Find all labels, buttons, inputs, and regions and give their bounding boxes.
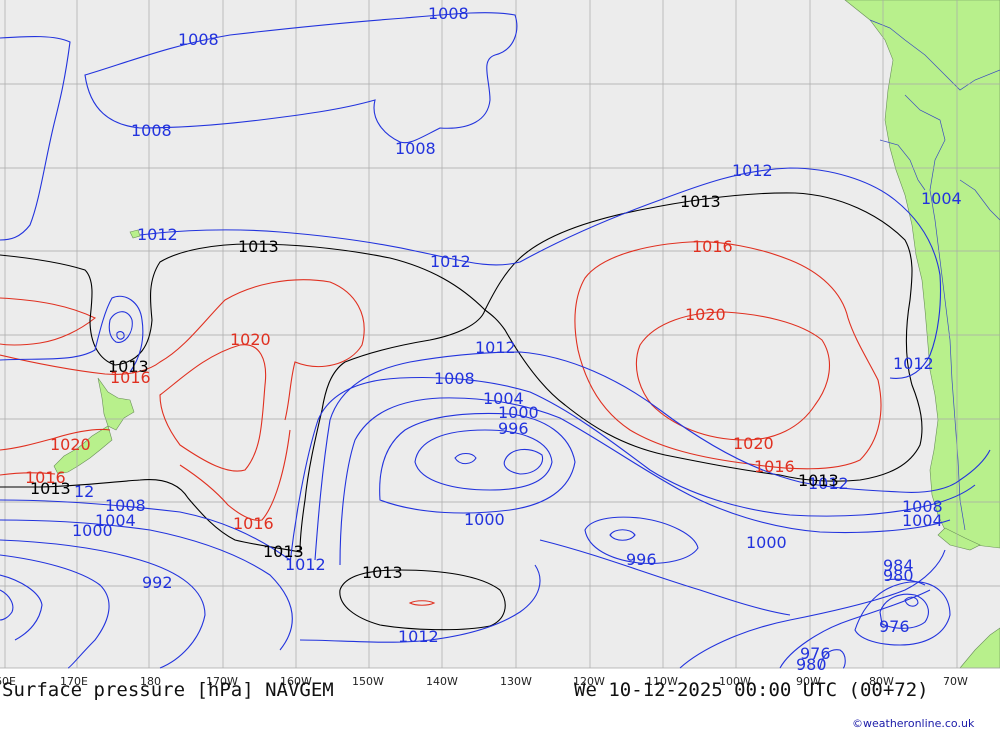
- valid-time: We 10-12-2025 00:00 UTC (00+72): [574, 679, 929, 701]
- isobar-label: 1016: [754, 457, 795, 476]
- isobar-label: 996: [626, 550, 657, 569]
- isobar-label: 1000: [464, 510, 505, 529]
- isobar-label: 1012: [732, 161, 773, 180]
- isobar-label: 1020: [733, 434, 774, 453]
- isobar-label: 1000: [72, 521, 113, 540]
- isobar-label: 1008: [131, 121, 172, 140]
- isobar-label: 1020: [50, 435, 91, 454]
- isobar-label: 996: [498, 419, 529, 438]
- chart-title: Surface pressure [hPa] NAVGEM: [2, 679, 334, 701]
- credit-link[interactable]: ©weatheronline.co.uk: [852, 717, 975, 730]
- isobar-label: 1000: [746, 533, 787, 552]
- isobar-label: 1004: [921, 189, 962, 208]
- lon-tick-label: 140W: [426, 675, 458, 688]
- isobar-label: 1013: [362, 563, 403, 582]
- isobar-label: 1020: [230, 330, 271, 349]
- isobar-label: 1012: [475, 338, 516, 357]
- isobar-label: 1013: [238, 237, 279, 256]
- isobar-label: 976: [879, 617, 910, 636]
- isobar-label: 1016: [25, 468, 66, 487]
- isobar-label: 1012: [430, 252, 471, 271]
- isobar-label: 12: [74, 482, 94, 501]
- pressure-map: 1008 1008 1008 1008 1012 1012 1012 1012 …: [0, 0, 1000, 733]
- isobar-label: 1008: [395, 139, 436, 158]
- lon-tick-label: 130W: [500, 675, 532, 688]
- isobar-label: 1013: [798, 471, 839, 490]
- isobar-label: 980: [796, 655, 827, 674]
- isobar-label: 1016: [110, 368, 151, 387]
- isobar-label: 1008: [428, 4, 469, 23]
- isobar-label: 980: [883, 566, 914, 585]
- lon-tick-label: 70W: [943, 675, 968, 688]
- isobar-label: 1020: [685, 305, 726, 324]
- isobar-label: 1008: [434, 369, 475, 388]
- lon-tick-label: 150W: [352, 675, 384, 688]
- isobar-label: 1016: [233, 514, 274, 533]
- isobar-label: 1013: [680, 192, 721, 211]
- isobar-label: 1016: [692, 237, 733, 256]
- isobar-label: 1008: [178, 30, 219, 49]
- isobar-label: 1012: [893, 354, 934, 373]
- isobar-label: 1012: [398, 627, 439, 646]
- isobar-label: 1004: [902, 511, 943, 530]
- isobar-label: 1013: [263, 542, 304, 561]
- isobar-label: 1012: [137, 225, 178, 244]
- isobar-label: 992: [142, 573, 173, 592]
